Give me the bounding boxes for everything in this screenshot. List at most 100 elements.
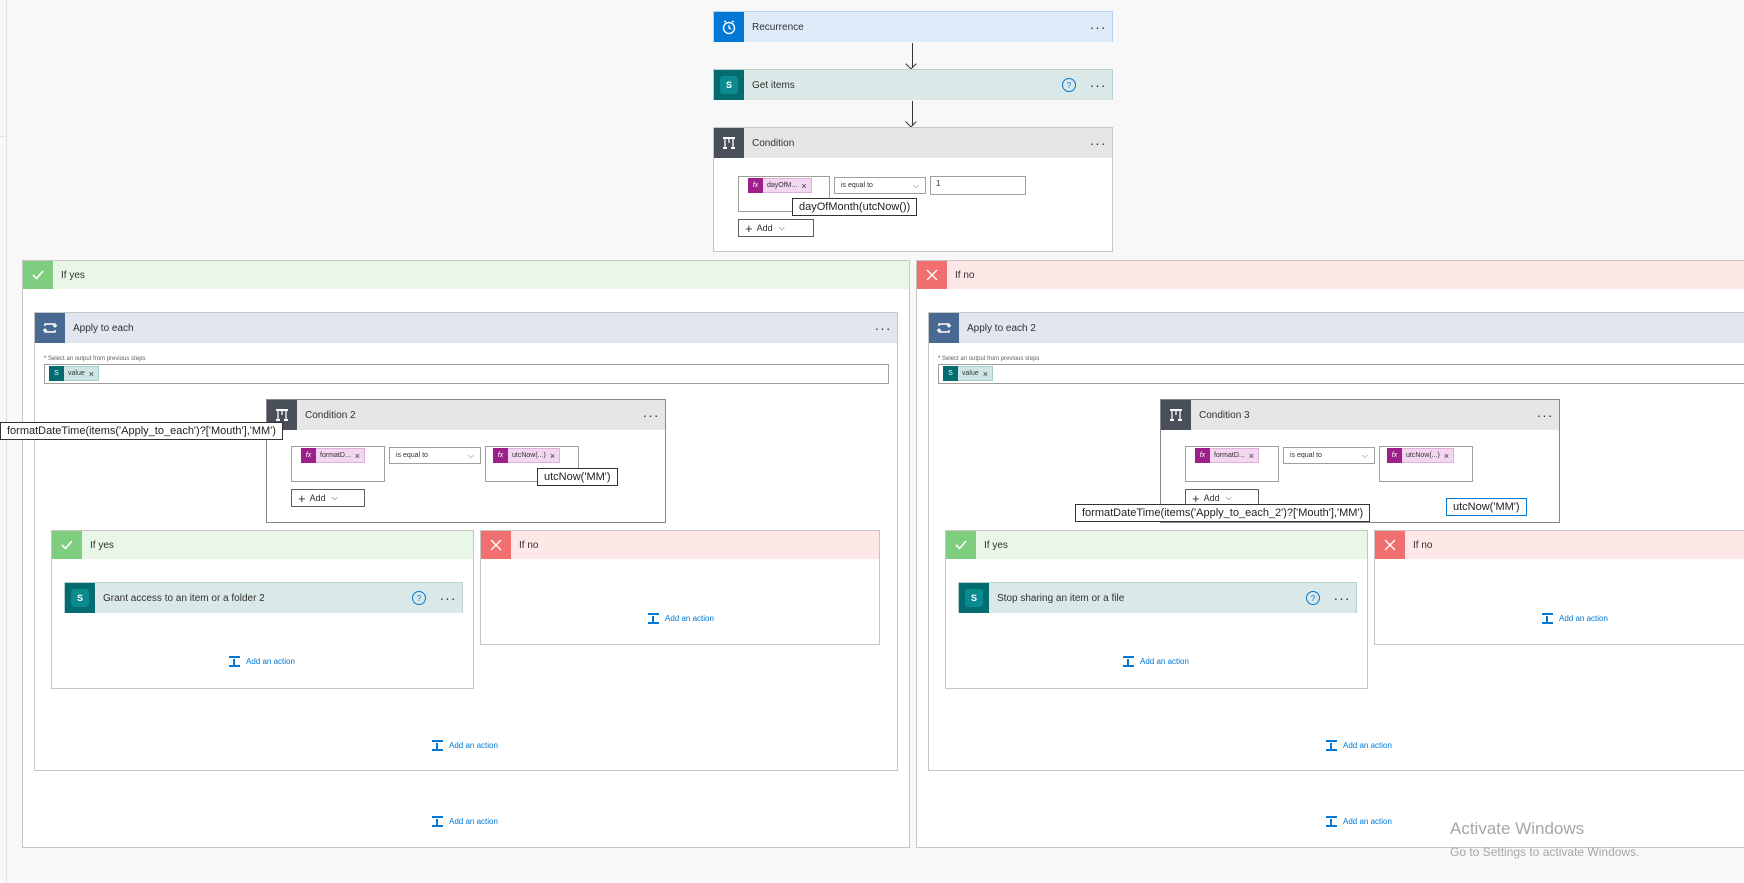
remove-token-icon[interactable]: × — [801, 181, 810, 191]
condition-icon — [1161, 400, 1191, 430]
condition-left-token[interactable]: fx dayOfM... × — [748, 178, 812, 193]
inner-no-label: If no — [519, 539, 539, 551]
inner-yes-branch: If yes S Grant access to an item or a fo… — [51, 530, 474, 689]
sharepoint-icon: S — [714, 70, 744, 100]
check-icon — [946, 531, 976, 559]
remove-token-icon[interactable]: × — [550, 451, 559, 461]
get-items-more-icon[interactable]: ··· — [1084, 78, 1112, 92]
condition-3-right-tooltip: utcNow('MM') — [1446, 498, 1527, 516]
apply-to-each-more-icon[interactable]: ··· — [869, 321, 897, 335]
condition-more-icon[interactable]: ··· — [1084, 136, 1112, 150]
inner-no-branch-2: If no Add an action — [1374, 530, 1744, 645]
condition-3-more-icon[interactable]: ··· — [1531, 408, 1559, 422]
close-icon — [917, 261, 947, 289]
stop-sharing-card[interactable]: S Stop sharing an item or a file ? ··· — [958, 582, 1357, 613]
chevron-down-icon: ⌵ — [467, 451, 474, 460]
select-output-input[interactable] — [44, 364, 889, 384]
inner-no-label: If no — [1413, 539, 1433, 551]
plus-icon: + — [298, 490, 306, 506]
sharepoint-icon: S — [49, 366, 64, 381]
condition-2-card[interactable]: Condition 2 ··· fx formatD... × is equal… — [266, 399, 666, 523]
chevron-down-icon: ⌵ — [778, 223, 785, 232]
stop-sharing-title: Stop sharing an item or a file — [997, 592, 1125, 604]
sharepoint-icon: S — [959, 583, 989, 613]
chevron-down-icon: ⌵ — [1361, 451, 1368, 460]
add-an-action-link[interactable]: Add an action — [1123, 656, 1189, 667]
check-icon — [52, 531, 82, 559]
plus-icon: + — [745, 220, 753, 236]
activate-windows-title: Activate Windows — [1450, 819, 1585, 838]
check-icon — [23, 261, 53, 289]
value-token[interactable]: S value × — [49, 366, 99, 381]
branch-yes-label: If yes — [61, 269, 85, 281]
condition-3-operator-select[interactable]: is equal to ⌵ — [1283, 447, 1375, 464]
select-output-label: * Select an output from previous steps — [44, 356, 146, 362]
add-an-action-link[interactable]: Add an action — [1326, 740, 1392, 751]
add-an-action-link[interactable]: Add an action — [1542, 613, 1608, 624]
condition-2-add-button[interactable]: + Add ⌵ — [291, 489, 365, 507]
add-action-icon — [432, 740, 443, 751]
sharepoint-icon: S — [943, 366, 958, 381]
remove-token-icon[interactable]: × — [1249, 451, 1258, 461]
remove-token-icon[interactable]: × — [355, 451, 364, 461]
condition-add-button[interactable]: + Add ⌵ — [738, 219, 814, 237]
condition-title: Condition — [752, 137, 795, 149]
fx-icon: fx — [301, 448, 316, 463]
inner-no-branch: If no Add an action — [480, 530, 880, 645]
condition-2-title: Condition 2 — [305, 409, 356, 421]
select-output-input[interactable] — [938, 364, 1744, 384]
inner-yes-label: If yes — [90, 539, 114, 551]
help-icon[interactable]: ? — [1062, 78, 1076, 92]
condition-2-more-icon[interactable]: ··· — [637, 408, 665, 422]
inner-yes-branch-2: If yes S Stop sharing an item or a file … — [945, 530, 1368, 689]
recurrence-title: Recurrence — [752, 21, 804, 33]
condition-value-input[interactable]: 1 — [930, 176, 1026, 195]
inner-yes-label: If yes — [984, 539, 1008, 551]
left-edge-line — [6, 0, 7, 883]
condition-icon — [714, 128, 744, 158]
help-icon[interactable]: ? — [412, 591, 426, 605]
get-items-card[interactable]: S Get items ? ··· — [713, 69, 1113, 100]
add-action-icon — [648, 613, 659, 624]
remove-token-icon[interactable]: × — [1444, 451, 1453, 461]
close-icon — [481, 531, 511, 559]
flow-arrow-1 — [912, 43, 913, 67]
remove-token-icon[interactable]: × — [983, 369, 992, 379]
add-an-action-link[interactable]: Add an action — [1326, 816, 1392, 827]
select-output-label: * Select an output from previous steps — [938, 356, 1040, 362]
condition-card[interactable]: Condition ··· fx dayOfM... × is equal to… — [713, 127, 1113, 252]
chevron-down-icon: ⌵ — [912, 181, 919, 190]
flow-arrow-2 — [912, 101, 913, 125]
add-an-action-link[interactable]: Add an action — [229, 656, 295, 667]
recurrence-more-icon[interactable]: ··· — [1084, 20, 1112, 34]
add-action-icon — [1542, 613, 1553, 624]
condition-2-operator-select[interactable]: is equal to ⌵ — [389, 447, 481, 464]
condition-2-left-token[interactable]: fx formatD... × — [301, 448, 365, 463]
stop-sharing-more-icon[interactable]: ··· — [1328, 591, 1356, 605]
condition-2-right-token[interactable]: fx utcNow(...) × — [493, 448, 561, 463]
grant-access-title: Grant access to an item or a folder 2 — [103, 592, 265, 604]
condition-2-right-tooltip: utcNow('MM') — [537, 468, 618, 486]
sharepoint-icon: S — [65, 583, 95, 613]
add-an-action-link[interactable]: Add an action — [432, 816, 498, 827]
loop-icon — [929, 313, 959, 343]
help-icon[interactable]: ? — [1306, 591, 1320, 605]
condition-3-right-token[interactable]: fx utcNow(...) × — [1387, 448, 1455, 463]
add-action-icon — [1326, 816, 1337, 827]
grant-access-more-icon[interactable]: ··· — [434, 591, 462, 605]
add-an-action-link[interactable]: Add an action — [648, 613, 714, 624]
chevron-down-icon: ⌵ — [1225, 493, 1232, 502]
loop-icon — [35, 313, 65, 343]
add-action-icon — [229, 656, 240, 667]
grant-access-card[interactable]: S Grant access to an item or a folder 2 … — [64, 582, 463, 613]
clock-icon — [714, 12, 744, 42]
add-an-action-link[interactable]: Add an action — [432, 740, 498, 751]
condition-3-left-token[interactable]: fx formatD... × — [1195, 448, 1259, 463]
recurrence-card[interactable]: Recurrence ··· — [713, 11, 1113, 42]
condition-3-left-tooltip: formatDateTime(items('Apply_to_each_2')?… — [1075, 504, 1371, 522]
condition-operator-select[interactable]: is equal to ⌵ — [834, 177, 926, 194]
remove-token-icon[interactable]: × — [89, 369, 98, 379]
add-action-icon — [432, 816, 443, 827]
value-token[interactable]: S value × — [943, 366, 993, 381]
condition-expression-tooltip: dayOfMonth(utcNow()) — [792, 198, 918, 216]
